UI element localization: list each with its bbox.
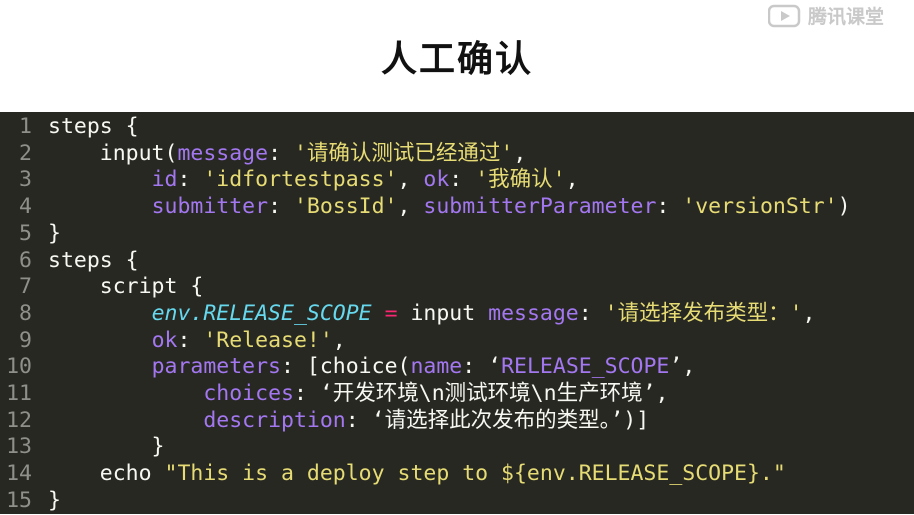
code-token: RELEASE_SCOPE: [501, 354, 670, 380]
line-number: 15: [6, 487, 32, 513]
code-line: 12 description: ‘请选择此次发布的类型。’)]: [0, 408, 914, 435]
code-token: ,: [332, 327, 346, 353]
code-token: '我确认': [475, 167, 566, 193]
code-token: ,: [397, 194, 424, 220]
code-line: 11 choices: ‘开发环境\n测试环境\n生产环境’,: [0, 381, 914, 408]
code-token: ,: [397, 167, 424, 193]
code-token: ,: [802, 300, 816, 326]
code-token: id: [151, 167, 178, 193]
code-line: 10 parameters: [choice(name: ‘RELEASE_SC…: [0, 354, 914, 381]
code-line: 1 steps {: [0, 114, 914, 141]
line-number: 2: [19, 140, 32, 166]
code-line: 6 steps {: [0, 248, 914, 275]
title-bar: 人工确认 腾讯课堂: [0, 0, 914, 112]
code-token: :: [578, 300, 605, 326]
code-line: 15}: [0, 488, 914, 515]
code-token: :: [449, 167, 476, 193]
code-token: :: [177, 327, 204, 353]
code-line: 9 ok: 'Release!',: [0, 328, 914, 355]
code-line: 14 echo "This is a deploy step to ${env.…: [0, 461, 914, 488]
code-token: env.RELEASE_SCOPE: [151, 300, 372, 326]
code-line: 3 id: 'idfortestpass', ok: '我确认',: [0, 167, 914, 194]
code-line: 13 }: [0, 434, 914, 461]
code-token: : ‘: [462, 354, 502, 380]
line-number: 14: [6, 461, 32, 487]
code-token: '请确认测试已经通过': [293, 140, 514, 166]
code-token: message: [488, 300, 579, 326]
line-number: 11: [6, 381, 32, 406]
line-number: 6: [19, 247, 32, 273]
code-token: 'Release!': [203, 327, 333, 353]
watermark-text: 腾讯课堂: [807, 6, 884, 28]
code-token: message: [177, 140, 269, 166]
play-logo-icon: [767, 4, 802, 28]
line-number: 1: [19, 114, 32, 139]
code-line: 4 submitter: 'BossId', submitterParamete…: [0, 194, 914, 221]
code-token: :: [177, 167, 204, 193]
code-token: choices: [203, 381, 294, 406]
code-token: 'versionStr': [682, 194, 838, 220]
code-token: :: [656, 194, 683, 220]
code-editor: 1 steps {2 input(message: '请确认测试已经通过', 3 i…: [0, 112, 914, 514]
code-token: }: [48, 487, 61, 513]
code-line: 5}: [0, 221, 914, 248]
code-line: 7 script {: [0, 274, 914, 301]
watermark: 腾讯课堂: [767, 2, 884, 29]
code-token: ): [837, 194, 851, 220]
code-token: }: [48, 434, 165, 460]
line-number: 8: [19, 300, 32, 326]
code-token: name: [410, 354, 463, 380]
code-token: submitter: [151, 194, 269, 220]
code-token: ok: [423, 167, 450, 193]
code-token: : ‘开发环境\n测试环境\n生产环境’,: [293, 381, 669, 406]
code-token: :: [268, 140, 294, 166]
line-number: 13: [6, 434, 32, 460]
code-token: description: [203, 407, 346, 433]
code-token: 'BossId': [293, 194, 398, 220]
code-token: ’,: [669, 354, 696, 380]
line-number: 5: [19, 220, 32, 246]
line-number: 10: [6, 354, 32, 380]
code-line: 2 input(message: '请确认测试已经通过',: [0, 141, 914, 168]
code-token: 'idfortestpass': [203, 167, 398, 193]
code-token: : [choice(: [281, 354, 411, 380]
line-number: 3: [19, 167, 32, 193]
line-number: 9: [19, 327, 32, 353]
code-token: echo: [48, 461, 165, 487]
code-token: steps {: [48, 114, 139, 139]
code-token: '请选择发布类型：': [604, 300, 803, 326]
code-token: input: [397, 300, 489, 326]
line-number: 4: [19, 194, 32, 220]
code-token: steps {: [48, 247, 139, 273]
code-token: =: [384, 300, 398, 326]
code-token: script {: [48, 274, 204, 300]
line-number: 7: [19, 274, 32, 300]
page-title: 人工确认: [380, 39, 533, 80]
code-token: input(: [48, 140, 178, 166]
code-token: parameters: [151, 354, 282, 380]
code-token: "This is a deploy step to ${env.RELEASE_…: [164, 461, 786, 487]
code-token: submitterParameter: [423, 194, 657, 220]
code-token: ok: [151, 327, 178, 353]
code-token: :: [268, 194, 294, 220]
code-token: : ‘请选择此次发布的类型。’)]: [345, 407, 650, 433]
code-line: 8 env.RELEASE_SCOPE = input message: '请选…: [0, 301, 914, 328]
code-token: ,: [513, 140, 527, 166]
line-number: 12: [6, 407, 32, 433]
code-token: }: [48, 220, 61, 246]
code-token: ,: [565, 167, 579, 193]
